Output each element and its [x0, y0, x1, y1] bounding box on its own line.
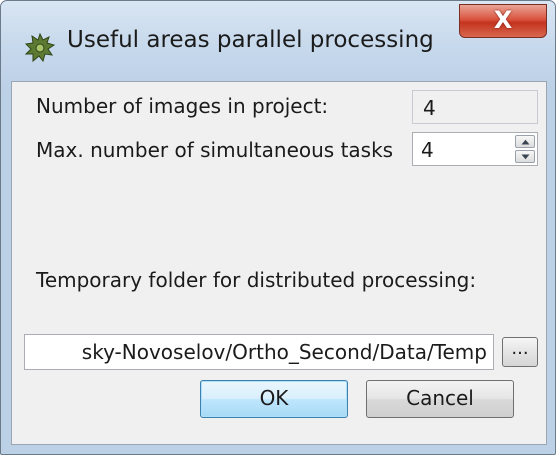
close-icon: X [493, 6, 513, 34]
spin-buttons [515, 135, 535, 163]
dialog-body: Number of images in project: 4 Max. numb… [11, 81, 547, 445]
max-tasks-value[interactable]: 4 [421, 138, 434, 162]
window-title: Useful areas parallel processing [67, 27, 434, 53]
browse-button[interactable]: ... [502, 337, 538, 367]
images-count-label: Number of images in project: [36, 94, 329, 118]
cancel-button[interactable]: Cancel [366, 380, 514, 418]
ok-button[interactable]: OK [200, 380, 348, 418]
images-count-field: 4 [412, 90, 538, 124]
chevron-down-icon[interactable] [515, 150, 535, 163]
temp-folder-value[interactable]: sky-Novoselov/Ortho_Second/Data/Temp [82, 340, 487, 364]
close-button[interactable]: X [459, 4, 547, 38]
temp-folder-label: Temporary folder for distributed process… [36, 268, 477, 292]
temp-folder-input[interactable]: sky-Novoselov/Ortho_Second/Data/Temp [24, 334, 494, 370]
app-icon [23, 31, 57, 65]
chevron-up-icon[interactable] [515, 135, 535, 148]
max-tasks-spinbox[interactable]: 4 [412, 132, 538, 166]
dialog-window: Useful areas parallel processing X Numbe… [0, 0, 556, 455]
max-tasks-label: Max. number of simultaneous tasks [36, 138, 394, 162]
images-count-value: 4 [423, 96, 436, 120]
